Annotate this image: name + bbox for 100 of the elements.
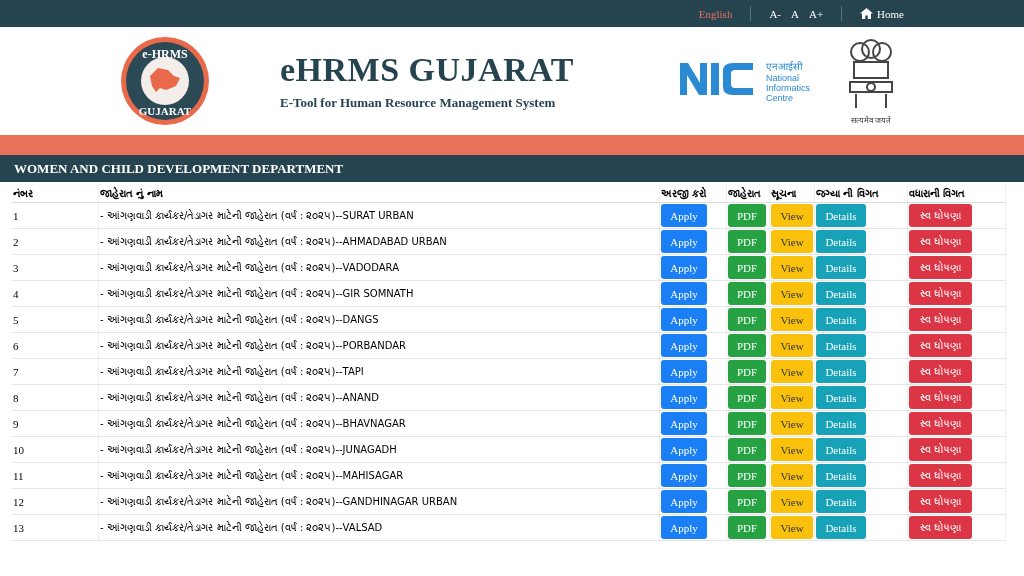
view-button[interactable]: View bbox=[771, 490, 813, 513]
advertisement-name: - આંગણવાડી કાર્યકર/તેડાગર માટેની જાહેરાત (વર્ષ : ૨૦૨૫)--SURAT URBAN bbox=[100, 210, 414, 221]
details-button[interactable]: Details bbox=[816, 230, 866, 253]
details-button[interactable]: Details bbox=[816, 256, 866, 279]
home-icon bbox=[860, 8, 874, 19]
site-subtitle: E-Tool for Human Resource Management System bbox=[280, 95, 557, 111]
apply-button[interactable]: Apply bbox=[661, 464, 707, 487]
apply-button[interactable]: Apply bbox=[661, 360, 707, 383]
declaration-button[interactable]: સ્વ ઘોષણા bbox=[909, 282, 972, 305]
department-heading: WOMEN AND CHILD DEVELOPMENT DEPARTMENT bbox=[0, 155, 1024, 182]
row-number: 11 bbox=[13, 469, 24, 482]
view-button[interactable]: View bbox=[771, 516, 813, 539]
details-button[interactable]: Details bbox=[816, 412, 866, 435]
view-button[interactable]: View bbox=[771, 464, 813, 487]
pdf-button[interactable]: PDF bbox=[728, 230, 766, 253]
pdf-button[interactable]: PDF bbox=[728, 386, 766, 409]
view-button[interactable]: View bbox=[771, 308, 813, 331]
font-size-link[interactable]: A bbox=[791, 7, 799, 20]
row-number: 3 bbox=[13, 261, 19, 274]
details-button[interactable]: Details bbox=[816, 386, 866, 409]
pdf-button[interactable]: PDF bbox=[728, 360, 766, 383]
row-number: 8 bbox=[13, 391, 19, 404]
apply-button[interactable]: Apply bbox=[661, 334, 707, 357]
apply-button[interactable]: Apply bbox=[661, 282, 707, 305]
view-button[interactable]: View bbox=[771, 204, 813, 227]
pdf-button[interactable]: PDF bbox=[728, 464, 766, 487]
font-size-link[interactable]: A+ bbox=[808, 7, 824, 20]
advertisement-name: - આંગણવાડી કાર્યકર/તેડાગર માટેની જાહેરાત (વર્ષ : ૨૦૨૫)--GIR SOMNATH bbox=[100, 288, 414, 299]
declaration-button[interactable]: સ્વ ઘોષણા bbox=[909, 438, 972, 461]
nic-name-text: National Informatics Centre bbox=[766, 73, 811, 103]
row-number: 4 bbox=[13, 287, 19, 300]
column-header: જાહેરાત નું નામ bbox=[98, 185, 660, 203]
apply-button[interactable]: Apply bbox=[661, 230, 707, 253]
declaration-button[interactable]: સ્વ ઘોષણા bbox=[909, 386, 972, 409]
pdf-button[interactable]: PDF bbox=[728, 412, 766, 435]
view-button[interactable]: View bbox=[771, 386, 813, 409]
advertisement-name: - આંગણવાડી કાર્યકર/તેડાગર માટેની જાહેરાત (વર્ષ : ૨૦૨૫)--GANDHINAGAR URBAN bbox=[100, 496, 458, 507]
emblem-caption: सत्यमेव जयते bbox=[851, 114, 891, 125]
row-number: 9 bbox=[13, 417, 19, 430]
declaration-button[interactable]: સ્વ ઘોષણા bbox=[909, 256, 972, 279]
declaration-button[interactable]: સ્વ ઘોષણા bbox=[909, 230, 972, 253]
row-number: 6 bbox=[13, 339, 19, 352]
declaration-button[interactable]: સ્વ ઘોષણા bbox=[909, 308, 972, 331]
pdf-button[interactable]: PDF bbox=[728, 516, 766, 539]
view-button[interactable]: View bbox=[771, 412, 813, 435]
row-number: 7 bbox=[13, 365, 19, 378]
apply-button[interactable]: Apply bbox=[661, 386, 707, 409]
pdf-button[interactable]: PDF bbox=[728, 308, 766, 331]
row-number: 5 bbox=[13, 313, 19, 326]
view-button[interactable]: View bbox=[771, 282, 813, 305]
pdf-button[interactable]: PDF bbox=[728, 334, 766, 357]
advertisement-name: - આંગણવાડી કાર્યકર/તેડાગર માટેની જાહેરાત (વર્ષ : ૨૦૨૫)--JUNAGADH bbox=[100, 444, 397, 455]
nic-hindi-text: एनआईसी bbox=[766, 60, 804, 73]
advertisement-name: - આંગણવાડી કાર્યકર/તેડાગર માટેની જાહેરાત (વર્ષ : ૨૦૨૫)--DANGS bbox=[100, 314, 379, 325]
pdf-button[interactable]: PDF bbox=[728, 438, 766, 461]
declaration-button[interactable]: સ્વ ઘોષણા bbox=[909, 412, 972, 435]
apply-button[interactable]: Apply bbox=[661, 412, 707, 435]
view-button[interactable]: View bbox=[771, 334, 813, 357]
details-button[interactable]: Details bbox=[816, 204, 866, 227]
pdf-button[interactable]: PDF bbox=[728, 282, 766, 305]
advertisement-name: - આંગણવાડી કાર્યકર/તેડાગર માટેની જાહેરાત (વર્ષ : ૨૦૨૫)--TAPI bbox=[100, 366, 364, 377]
column-header: વધારાની વિગત bbox=[907, 185, 1006, 203]
declaration-button[interactable]: સ્વ ઘોષણા bbox=[909, 334, 972, 357]
details-button[interactable]: Details bbox=[816, 334, 866, 357]
details-button[interactable]: Details bbox=[816, 308, 866, 331]
declaration-button[interactable]: સ્વ ઘોષણા bbox=[909, 464, 972, 487]
column-header: જગ્યા ની વિગત bbox=[814, 185, 908, 203]
language-link[interactable]: English bbox=[698, 7, 733, 20]
view-button[interactable]: View bbox=[771, 360, 813, 383]
column-header: જાહેરાત bbox=[726, 185, 770, 203]
declaration-button[interactable]: સ્વ ઘોષણા bbox=[909, 516, 972, 539]
declaration-button[interactable]: સ્વ ઘોષણા bbox=[909, 490, 972, 513]
pdf-button[interactable]: PDF bbox=[728, 204, 766, 227]
apply-button[interactable]: Apply bbox=[661, 438, 707, 461]
pdf-button[interactable]: PDF bbox=[728, 490, 766, 513]
apply-button[interactable]: Apply bbox=[661, 516, 707, 539]
apply-button[interactable]: Apply bbox=[661, 490, 707, 513]
details-button[interactable]: Details bbox=[816, 282, 866, 305]
font-size-link[interactable]: A- bbox=[769, 7, 781, 20]
apply-button[interactable]: Apply bbox=[661, 256, 707, 279]
declaration-button[interactable]: સ્વ ઘોષણા bbox=[909, 360, 972, 383]
view-button[interactable]: View bbox=[771, 230, 813, 253]
apply-button[interactable]: Apply bbox=[661, 204, 707, 227]
pdf-button[interactable]: PDF bbox=[728, 256, 766, 279]
column-header: અરજી કરો bbox=[659, 185, 727, 203]
column-header: સૂચના bbox=[769, 185, 815, 203]
home-link[interactable]: Home bbox=[860, 7, 904, 20]
declaration-button[interactable]: સ્વ ઘોષણા bbox=[909, 204, 972, 227]
details-button[interactable]: Details bbox=[816, 516, 866, 539]
advertisement-name: - આંગણવાડી કાર્યકર/તેડાગર માટેની જાહેરાત (વર્ષ : ૨૦૨૫)--PORBANDAR bbox=[100, 340, 406, 351]
row-number: 13 bbox=[13, 521, 24, 534]
details-button[interactable]: Details bbox=[816, 464, 866, 487]
details-button[interactable]: Details bbox=[816, 360, 866, 383]
column-header: નંબર bbox=[12, 185, 99, 203]
ehrms-logo-icon: e-HRMS GUJARAT bbox=[120, 36, 210, 126]
apply-button[interactable]: Apply bbox=[661, 308, 707, 331]
details-button[interactable]: Details bbox=[816, 490, 866, 513]
view-button[interactable]: View bbox=[771, 438, 813, 461]
details-button[interactable]: Details bbox=[816, 438, 866, 461]
view-button[interactable]: View bbox=[771, 256, 813, 279]
